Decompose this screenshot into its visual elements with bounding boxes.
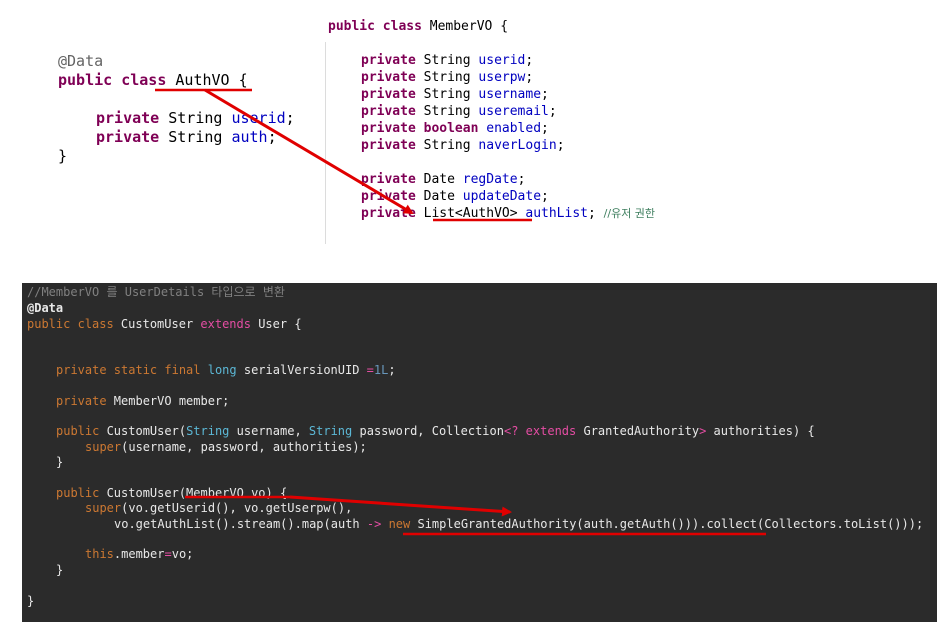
constructor-signature: public CustomUser(MemberVO vo) {	[56, 486, 288, 500]
closing-brace: }	[27, 594, 35, 608]
class-declaration: public class CustomUser extends User {	[27, 317, 302, 331]
class-declaration: public class MemberVO {	[328, 19, 509, 34]
membervo-code: public class MemberVO { private String u…	[325, 14, 655, 244]
field-line: private String auth;	[96, 128, 277, 146]
customuser-code-panel: //MemberVO 를 UserDetails 타입으로 변환 @Data p…	[22, 283, 937, 622]
class-declaration: public class AuthVO {	[58, 71, 248, 89]
super-call: super(vo.getUserid(), vo.getUserpw(),	[85, 501, 353, 515]
authvo-code: @Data public class AuthVO { private Stri…	[58, 52, 295, 166]
closing-brace: }	[58, 147, 68, 165]
field-line: private boolean enabled;	[361, 121, 549, 136]
field-line: private Date regDate;	[361, 172, 526, 187]
member-field-line: private MemberVO member;	[56, 394, 230, 408]
data-annotation: @Data	[58, 52, 104, 70]
member-assignment: this.member=vo;	[85, 547, 194, 561]
constructor-signature: public CustomUser(String username, Strin…	[56, 424, 815, 438]
field-line: private String userpw;	[361, 70, 534, 85]
closing-brace: }	[56, 563, 64, 577]
authvo-class-name: AuthVO {	[166, 71, 248, 89]
data-annotation: @Data	[27, 301, 64, 315]
closing-brace: }	[56, 455, 64, 469]
field-line: private String naverLogin;	[361, 138, 565, 153]
stream-mapping-line: vo.getAuthList().stream().map(auth -> ne…	[114, 517, 924, 531]
serial-field-line: private static final long serialVersionU…	[56, 363, 396, 377]
super-call: super(username, password, authorities);	[85, 440, 367, 454]
korean-comment: //MemberVO 를 UserDetails 타입으로 변환	[27, 285, 285, 299]
field-line: private Date updateDate;	[361, 189, 549, 204]
field-line: private String userid;	[361, 53, 534, 68]
indent-guide	[325, 42, 326, 244]
field-line: private String username;	[361, 87, 549, 102]
korean-comment: //유저 권한	[603, 207, 656, 220]
field-line: private String useremail;	[361, 104, 557, 119]
field-line: private String userid;	[96, 109, 295, 127]
authlist-field-line: private List<AuthVO> authList; //유저 권한	[361, 206, 656, 221]
